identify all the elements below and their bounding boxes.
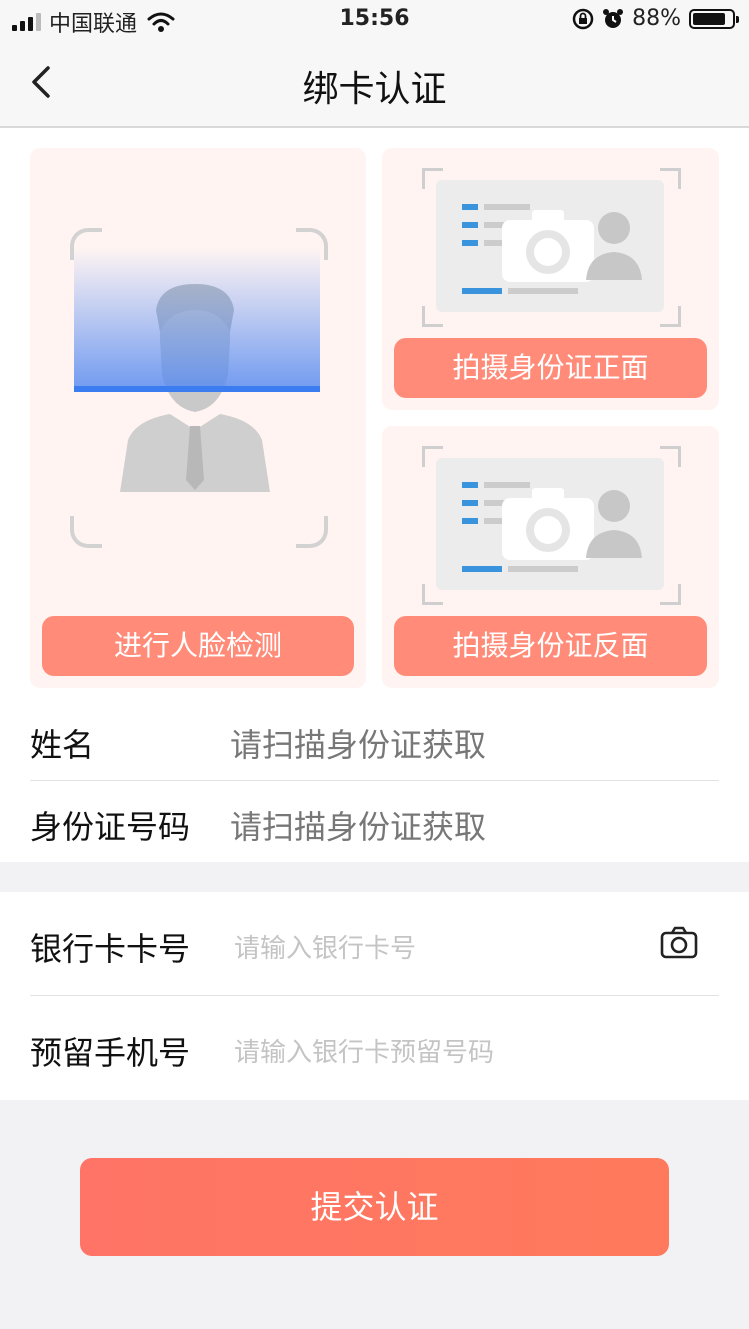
- divider: [30, 995, 719, 996]
- name-value: 请扫描身份证获取: [230, 726, 487, 764]
- status-bar: 中国联通 15:56 88%: [0, 0, 749, 40]
- id-number-value: 请扫描身份证获取: [230, 808, 487, 846]
- page-title: 绑卡认证: [302, 69, 447, 110]
- bank-section: 银行卡卡号 请输入银行卡号 预留手机号 请输入银行卡预留号码: [0, 892, 749, 1100]
- nav-bar: 绑卡认证: [0, 40, 749, 128]
- phone-input[interactable]: 请输入银行卡预留号码: [234, 1032, 494, 1069]
- card-number-row: 银行卡卡号 请输入银行卡号: [30, 924, 719, 968]
- divider: [30, 780, 719, 781]
- phone-row: 预留手机号 请输入银行卡预留号码: [30, 1028, 719, 1072]
- id-number-row: 身份证号码 请扫描身份证获取: [30, 802, 719, 846]
- name-row: 姓名 请扫描身份证获取: [30, 720, 719, 764]
- phone-label: 预留手机号: [30, 1034, 191, 1072]
- id-back-card[interactable]: 拍摄身份证反面: [382, 426, 719, 688]
- name-label: 姓名: [30, 726, 95, 764]
- id-back-button[interactable]: 拍摄身份证反面: [394, 616, 707, 676]
- rotation-lock-icon: [572, 8, 594, 29]
- id-number-label: 身份证号码: [30, 808, 191, 846]
- identity-section: 姓名 请扫描身份证获取 身份证号码 请扫描身份证获取: [0, 700, 749, 862]
- face-detect-button[interactable]: 进行人脸检测: [42, 616, 354, 676]
- submit-button[interactable]: 提交认证: [80, 1158, 669, 1256]
- scan-line: [74, 386, 320, 392]
- scan-gradient: [74, 248, 320, 388]
- id-front-card[interactable]: 拍摄身份证正面: [382, 148, 719, 410]
- card-number-label: 银行卡卡号: [30, 930, 191, 968]
- id-front-button[interactable]: 拍摄身份证正面: [394, 338, 707, 398]
- status-right: 88%: [572, 6, 739, 31]
- face-detect-card[interactable]: 进行人脸检测: [30, 148, 366, 688]
- card-number-input[interactable]: 请输入银行卡号: [234, 928, 416, 965]
- camera-icon[interactable]: [660, 926, 698, 960]
- capture-panel: 进行人脸检测 拍摄身份证正面 拍摄身份证反面: [0, 128, 749, 700]
- id-card-camera-icon: [436, 458, 664, 590]
- alarm-icon: [603, 8, 624, 28]
- battery-percent: 88%: [632, 6, 681, 31]
- id-card-camera-icon: [436, 180, 664, 312]
- battery-icon: [689, 8, 739, 29]
